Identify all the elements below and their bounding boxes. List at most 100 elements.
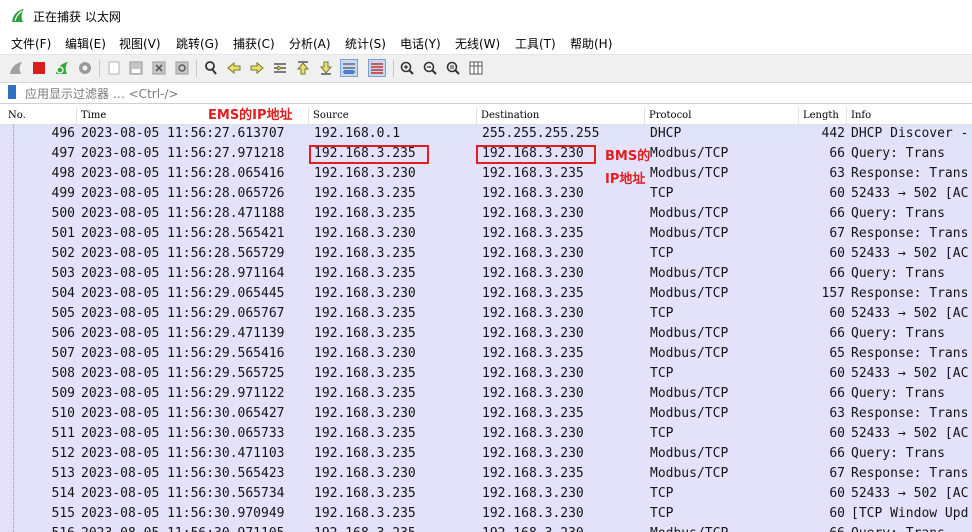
shark-fin-start-icon[interactable]: [7, 59, 25, 77]
packet-number: 505: [51, 306, 75, 321]
zoom-normal-icon[interactable]: [444, 59, 462, 77]
packet-row[interactable]: 501 2023-08-05 11:56:28.565421 192.168.3.2…: [0, 224, 972, 244]
close-file-icon[interactable]: [150, 59, 168, 77]
packet-length: 66: [829, 266, 845, 281]
column-header-length[interactable]: Length: [799, 107, 847, 124]
packet-source: 192.168.3.235: [314, 524, 476, 532]
menu-edit[interactable]: 编辑(E): [65, 35, 106, 52]
packet-row[interactable]: 506 2023-08-05 11:56:29.471139 192.168.3.2…: [0, 324, 972, 344]
packet-protocol: Modbus/TCP: [650, 166, 729, 181]
menu-help[interactable]: 帮助(H): [570, 35, 612, 52]
menu-analyze[interactable]: 分析(A): [289, 35, 331, 52]
packet-protocol: DHCP: [650, 126, 682, 141]
packet-row[interactable]: 504 2023-08-05 11:56:29.065445 192.168.3.2…: [0, 284, 972, 304]
packet-length: 60: [829, 306, 845, 321]
packet-row[interactable]: 503 2023-08-05 11:56:28.971164 192.168.3.2…: [0, 264, 972, 284]
packet-destination: 192.168.3.230: [482, 386, 584, 401]
packet-number: 504: [51, 286, 75, 301]
packet-protocol: Modbus/TCP: [650, 346, 729, 361]
packet-row[interactable]: 508 2023-08-05 11:56:29.565725 192.168.3.2…: [0, 364, 972, 384]
packet-protocol: Modbus/TCP: [650, 146, 729, 161]
go-first-packet-icon[interactable]: [294, 59, 312, 77]
capture-options-gear-icon[interactable]: [76, 59, 94, 77]
packet-row[interactable]: 507 2023-08-05 11:56:29.565416 192.168.3.2…: [0, 344, 972, 364]
menu-telephony[interactable]: 电话(Y): [400, 35, 441, 52]
packet-number: 497: [51, 146, 75, 161]
zoom-out-icon[interactable]: [421, 59, 439, 77]
find-packet-icon[interactable]: [202, 59, 220, 77]
packet-length: 66: [829, 386, 845, 401]
packet-row[interactable]: 496 2023-08-05 11:56:27.613707 192.168.0.1…: [0, 125, 972, 144]
packet-source: 192.168.3.235: [314, 426, 416, 441]
packet-number: 511: [51, 426, 75, 441]
menu-statistics[interactable]: 统计(S): [345, 35, 386, 52]
packet-source: 192.168.3.235: [314, 206, 416, 221]
packet-time: 2023-08-05 11:56:30.970949: [81, 506, 285, 521]
zoom-in-icon[interactable]: [398, 59, 416, 77]
restart-shark-icon[interactable]: [53, 59, 71, 77]
packet-row[interactable]: 499 2023-08-05 11:56:28.065726 192.168.3.2…: [0, 184, 972, 204]
display-filter-input[interactable]: 应用显示过滤器 … <Ctrl-/>: [25, 85, 178, 102]
packet-destination: 192.168.3.235: [482, 226, 584, 241]
column-header-destination[interactable]: Destination: [477, 107, 645, 124]
go-last-packet-icon[interactable]: [317, 59, 335, 77]
menu-file[interactable]: 文件(F): [11, 35, 51, 52]
packet-row[interactable]: 498 2023-08-05 11:56:28.065416 192.168.3.2…: [0, 164, 972, 184]
menu-capture[interactable]: 捕获(C): [233, 35, 275, 52]
packet-info: Query: Trans: [851, 266, 945, 281]
packet-info: Response: Trans: [851, 466, 969, 481]
colorize-icon[interactable]: [368, 59, 386, 77]
column-header-no[interactable]: No.: [4, 107, 77, 124]
column-header-info[interactable]: Info: [847, 107, 972, 124]
menu-tools[interactable]: 工具(T): [515, 35, 556, 52]
packet-length: 60: [829, 186, 845, 201]
packet-protocol: Modbus/TCP: [650, 466, 729, 481]
packet-protocol: Modbus/TCP: [650, 286, 729, 301]
menu-go[interactable]: 跳转(G): [176, 35, 219, 52]
packet-destination: 192.168.3.235: [482, 466, 584, 481]
packet-row[interactable]: 511 2023-08-05 11:56:30.065733 192.168.3.2…: [0, 424, 972, 444]
packet-number: 512: [51, 446, 75, 461]
packet-number: 502: [51, 246, 75, 261]
column-header-protocol[interactable]: Protocol: [645, 107, 799, 124]
toolbar-separator: [196, 60, 197, 77]
packet-row[interactable]: 502 2023-08-05 11:56:28.565729 192.168.3.2…: [0, 244, 972, 264]
packet-protocol: Modbus/TCP: [650, 446, 729, 461]
menu-view[interactable]: 视图(V): [119, 35, 161, 52]
packet-length: 60: [829, 246, 845, 261]
reload-icon[interactable]: [173, 59, 191, 77]
bms-ip-annotation-line2: IP地址: [605, 172, 646, 187]
packet-row[interactable]: 513 2023-08-05 11:56:30.565423 192.168.3.2…: [0, 464, 972, 484]
packet-row[interactable]: 515 2023-08-05 11:56:30.970949 192.168.3.2…: [0, 504, 972, 524]
go-to-packet-icon[interactable]: [271, 59, 289, 77]
packet-source: 192.168.3.235: [314, 186, 416, 201]
stop-square-icon[interactable]: [30, 59, 48, 77]
packet-row[interactable]: 509 2023-08-05 11:56:29.971122 192.168.3.2…: [0, 384, 972, 404]
packet-info: 52433 → 502 [AC: [851, 246, 969, 261]
open-file-icon[interactable]: [105, 59, 123, 77]
packet-source: 192.168.3.235: [314, 266, 416, 281]
packet-info: [TCP Window Upd: [851, 506, 969, 521]
packet-row[interactable]: 510 2023-08-05 11:56:30.065427 192.168.3.2…: [0, 404, 972, 424]
packet-source: 192.168.3.235: [314, 246, 416, 261]
packet-row[interactable]: 516 2023-08-05 11:56:30.971105 192.168.3.2…: [0, 524, 972, 532]
packet-source: 192.168.3.230: [314, 406, 416, 421]
go-back-arrow-icon[interactable]: [225, 59, 243, 77]
bms-ip-highlight-box: [476, 145, 596, 164]
packet-protocol: TCP: [650, 366, 674, 381]
packet-info: 52433 → 502 [AC: [851, 306, 969, 321]
packet-destination: 192.168.3.235: [482, 346, 584, 361]
toolbar-separator: [99, 60, 100, 77]
autoscroll-icon[interactable]: [340, 59, 358, 77]
packet-row[interactable]: 512 2023-08-05 11:56:30.471103 192.168.3.2…: [0, 444, 972, 464]
packet-row[interactable]: 500 2023-08-05 11:56:28.471188 192.168.3.2…: [0, 204, 972, 224]
resize-columns-icon[interactable]: [467, 59, 485, 77]
save-file-icon[interactable]: [127, 59, 145, 77]
packet-length: 67: [829, 466, 845, 481]
filter-bookmark-icon[interactable]: [8, 85, 16, 99]
packet-row[interactable]: 514 2023-08-05 11:56:30.565734 192.168.3.2…: [0, 484, 972, 504]
go-forward-arrow-icon[interactable]: [248, 59, 266, 77]
menu-wireless[interactable]: 无线(W): [455, 35, 500, 52]
packet-row[interactable]: 505 2023-08-05 11:56:29.065767 192.168.3.2…: [0, 304, 972, 324]
column-header-source[interactable]: Source: [309, 107, 477, 124]
